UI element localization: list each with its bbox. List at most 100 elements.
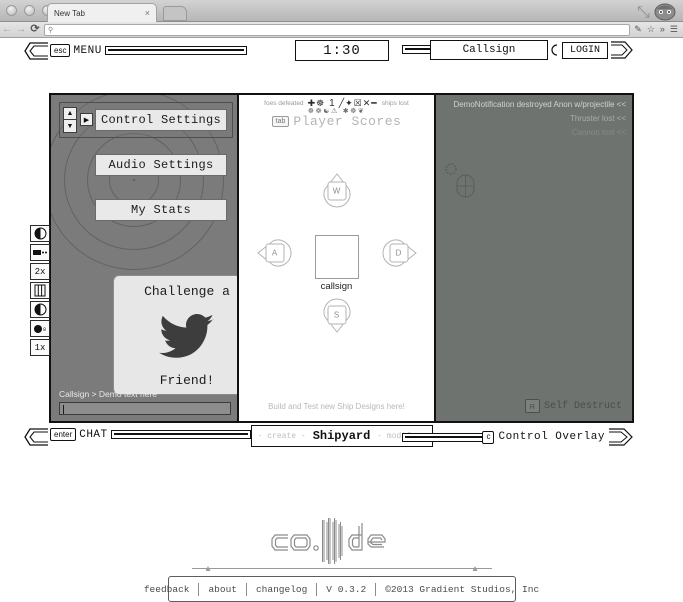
login-group: Callsign LOGIN xyxy=(429,40,633,60)
notification-line-3: Cannon lost << xyxy=(571,128,626,137)
avatar[interactable] xyxy=(653,1,677,21)
esc-key[interactable]: esc xyxy=(50,44,71,57)
shipyard-create-label[interactable]: - create - xyxy=(258,432,306,441)
spinner-up-button[interactable]: ▲ xyxy=(63,107,77,120)
inventory-item-rail: 2x 8 1x xyxy=(30,225,52,358)
enter-key[interactable]: enter xyxy=(50,428,77,441)
item-bars-icon[interactable] xyxy=(30,282,50,299)
left-menu-panel: ▲ ▼ ▶ Control Settings Audio Settings My… xyxy=(51,95,239,421)
edit-icon[interactable]: ✎ xyxy=(634,25,642,34)
key-s-label: S xyxy=(327,305,346,325)
tab-title: New Tab xyxy=(54,8,85,18)
restore-window-icon[interactable]: ⤡ xyxy=(637,4,650,21)
hud-bottom-rail-left xyxy=(110,430,251,439)
footer-link-feedback[interactable]: feedback xyxy=(135,584,199,595)
item-gun-icon[interactable] xyxy=(30,244,50,261)
bookmark-star-icon[interactable]: ☆ xyxy=(647,25,655,34)
menu-button[interactable]: MENU xyxy=(73,45,101,57)
menu-scroll-spinner[interactable]: ▲ ▼ xyxy=(63,107,77,135)
self-destruct-key[interactable]: R xyxy=(524,399,540,413)
notification-panel: DemoNotification destroyed Anon w/projec… xyxy=(434,95,632,421)
overflow-icon[interactable]: » xyxy=(660,25,665,34)
my-stats-button[interactable]: My Stats xyxy=(95,199,227,221)
collide-logo-icon xyxy=(270,518,386,564)
player-scores-label: Player Scores xyxy=(293,114,402,129)
footer-version: V 0.3.2 xyxy=(326,583,367,595)
reload-icon[interactable]: ⟳ xyxy=(28,24,42,35)
wasd-control-overlay: W A D S callsign xyxy=(256,173,417,343)
connector-icon xyxy=(551,44,558,56)
challenge-line-2: Friend! xyxy=(159,373,215,388)
hud-bottom-rail-right xyxy=(402,433,492,442)
challenge-friend-card[interactable]: Challenge a Friend! xyxy=(113,275,237,395)
shipyard-center-panel: foes defeated ✚☸ 1 ╱✦☒✕━ ships lost ☸☸☯⚠… xyxy=(241,95,432,421)
browser-chrome: New Tab × ⤡ ← → ⟳ ⚲ ✎ ☆ » ☰ xyxy=(0,0,683,38)
new-tab-button[interactable] xyxy=(163,6,187,21)
hud-right-wing-decoration xyxy=(611,41,633,59)
control-settings-button[interactable]: Control Settings xyxy=(95,109,227,131)
key-a[interactable]: A xyxy=(256,235,293,271)
menu-group: esc MENU xyxy=(50,42,247,59)
toolbar-right-group: ✎ ☆ » ☰ xyxy=(634,25,683,34)
footer-copyright: ©2013 Gradient Studios, Inc xyxy=(385,583,540,595)
match-timer: 1:30 xyxy=(295,40,389,61)
site-logo xyxy=(0,518,683,564)
bottom-hud-bar: enter CHAT - create - Shipyard - modify … xyxy=(24,425,659,447)
key-d-label: D xyxy=(389,243,408,263)
item-multiplier-2x[interactable]: 2x xyxy=(30,263,50,280)
control-overlay-button[interactable]: Control Overlay xyxy=(498,431,605,443)
key-s[interactable]: S xyxy=(319,297,355,333)
chat-input[interactable] xyxy=(59,402,231,415)
footer-link-changelog[interactable]: changelog xyxy=(247,584,316,595)
callsign-value: Callsign xyxy=(462,44,516,56)
browser-tab[interactable]: New Tab × xyxy=(47,3,157,22)
game-frame: ▲ ▼ ▶ Control Settings Audio Settings My… xyxy=(30,93,634,423)
build-hint-text: Build and Test new Ship Designs here! xyxy=(268,402,405,411)
ships-lost-label: ships lost xyxy=(381,100,409,107)
ship-callsign-label: callsign xyxy=(320,281,353,292)
tab-close-icon[interactable]: × xyxy=(145,8,150,18)
forward-icon[interactable]: → xyxy=(14,24,28,35)
window-controls[interactable] xyxy=(6,5,53,16)
address-bar[interactable]: ⚲ xyxy=(44,23,631,36)
chrome-top-right: ⤡ xyxy=(635,1,679,21)
notification-line-1: DemoNotification destroyed Anon w/projec… xyxy=(453,100,626,109)
key-w[interactable]: W xyxy=(319,173,355,209)
self-destruct-control[interactable]: R Self Destruct xyxy=(524,399,622,413)
footer-link-about[interactable]: about xyxy=(199,584,246,595)
key-d[interactable]: D xyxy=(381,235,417,271)
window-minimize-button[interactable] xyxy=(24,5,35,16)
challenge-line-1: Challenge a xyxy=(144,284,230,299)
control-overlay-key[interactable]: c xyxy=(482,430,495,444)
tab-key[interactable]: tab xyxy=(271,116,290,127)
chat-group: enter CHAT xyxy=(50,428,251,441)
window-close-button[interactable] xyxy=(6,5,17,16)
self-destruct-label: Self Destruct xyxy=(543,400,622,412)
hud-bottom-right-wing-decoration xyxy=(609,428,633,446)
item-shield-half-icon-2[interactable] xyxy=(30,301,50,318)
twitter-bird-icon xyxy=(159,314,214,358)
ship-design-canvas[interactable] xyxy=(314,235,359,279)
chat-caret xyxy=(63,404,64,414)
shipyard-title: Shipyard xyxy=(312,429,371,443)
menu-select-arrow-icon[interactable]: ▶ xyxy=(80,113,93,126)
item-shield-half-icon[interactable] xyxy=(30,225,50,242)
login-button[interactable]: LOGIN xyxy=(561,41,608,59)
mouse-cursor-icon xyxy=(445,163,475,198)
audio-settings-button[interactable]: Audio Settings xyxy=(95,154,227,176)
chat-button[interactable]: CHAT xyxy=(79,429,107,441)
spinner-down-button[interactable]: ▼ xyxy=(63,120,77,133)
key-a-label: A xyxy=(265,243,284,263)
item-mine-icon[interactable]: 8 xyxy=(30,320,50,337)
back-icon[interactable]: ← xyxy=(0,24,14,35)
callsign-field[interactable]: Callsign xyxy=(429,40,548,60)
foes-defeated-label: foes defeated xyxy=(264,100,304,107)
control-overlay-group: c Control Overlay xyxy=(482,428,633,446)
item-multiplier-1x[interactable]: 1x xyxy=(30,339,50,356)
browser-toolbar: ← → ⟳ ⚲ ✎ ☆ » ☰ xyxy=(0,22,683,38)
footer-bar: feedback about changelog V 0.3.2 ©2013 G… xyxy=(144,576,539,602)
player-scores-row[interactable]: tab Player Scores xyxy=(241,114,432,129)
search-icon: ⚲ xyxy=(48,26,54,34)
hud-bottom-left-wing-decoration xyxy=(24,428,48,446)
menu-hamburger-icon[interactable]: ☰ xyxy=(670,25,678,34)
